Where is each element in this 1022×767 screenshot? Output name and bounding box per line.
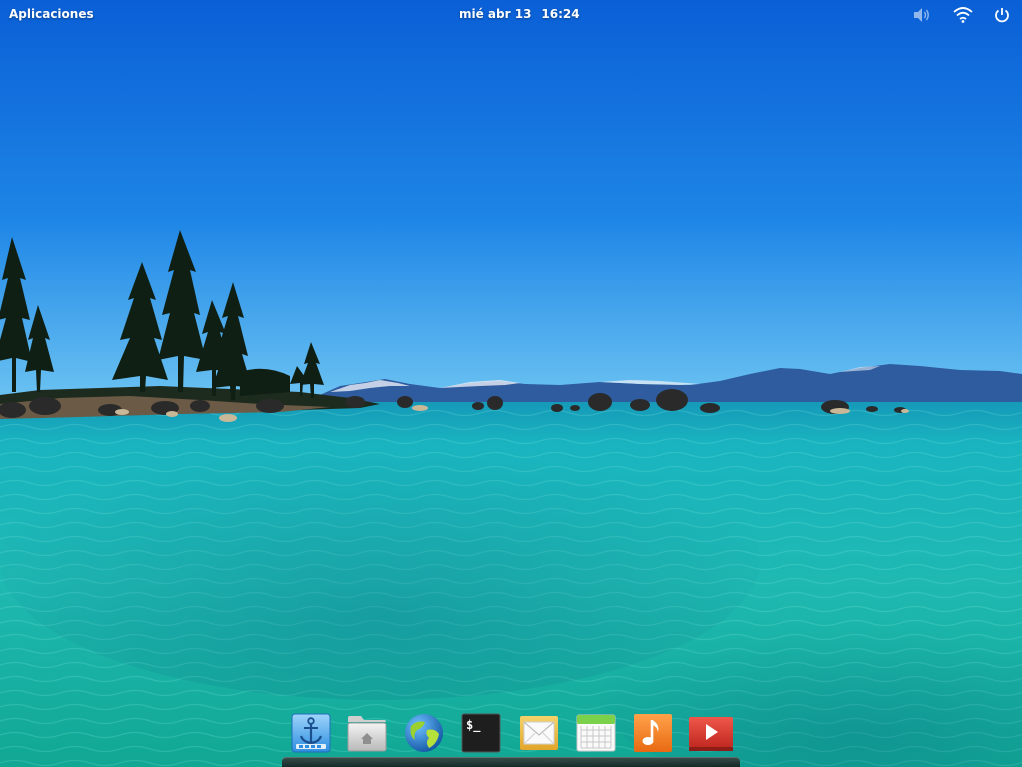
- wifi-icon[interactable]: [953, 6, 973, 24]
- svg-text:$_: $_: [466, 718, 481, 733]
- mail-envelope-icon[interactable]: [518, 712, 560, 754]
- clock-date: mié abr 13: [459, 7, 532, 21]
- web-browser-globe-icon[interactable]: [403, 712, 445, 754]
- files-folder-icon[interactable]: [346, 712, 388, 754]
- dock: $_: [282, 705, 740, 767]
- applications-menu-button[interactable]: Aplicaciones: [9, 7, 94, 21]
- calendar-icon[interactable]: [575, 712, 617, 754]
- videos-play-icon[interactable]: [687, 712, 733, 754]
- desktop: Aplicaciones mié abr 13 16:24 $_: [0, 0, 1022, 767]
- terminal-icon[interactable]: $_: [460, 712, 502, 754]
- wallpaper-lake-landscape: [0, 0, 1022, 767]
- music-note-icon[interactable]: [632, 712, 674, 754]
- clock-datetime[interactable]: mié abr 13 16:24: [459, 7, 580, 21]
- top-panel: Aplicaciones mié abr 13 16:24: [0, 0, 1022, 30]
- clock-time: 16:24: [541, 7, 580, 21]
- plank-anchor-icon[interactable]: [290, 712, 332, 754]
- power-icon[interactable]: [993, 6, 1013, 24]
- dock-shelf: [282, 757, 740, 767]
- volume-icon[interactable]: [912, 6, 932, 24]
